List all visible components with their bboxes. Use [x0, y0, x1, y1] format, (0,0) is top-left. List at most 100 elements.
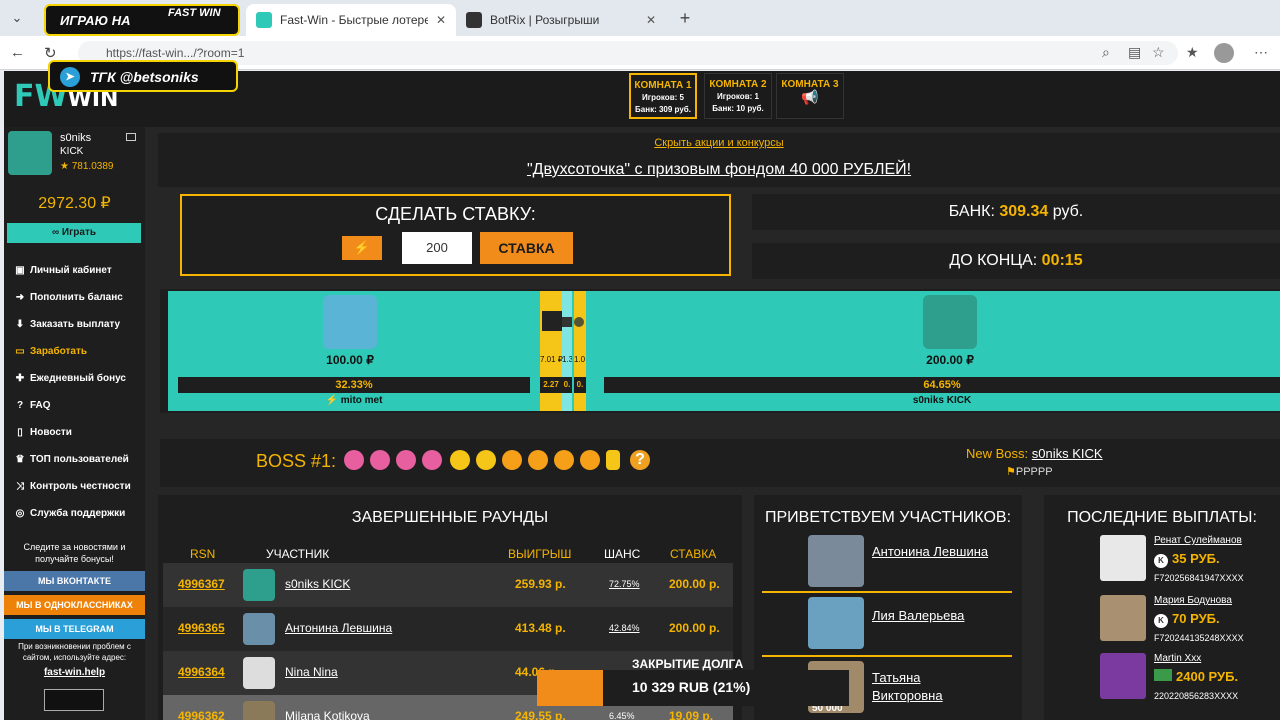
avatar	[1100, 595, 1146, 641]
sidebar-item-top[interactable]: ♛ ТОП пользователей	[14, 454, 129, 465]
new-boss: New Boss: s0niks KICK	[966, 446, 1103, 461]
bet-title: СДЕЛАТЬ СТАВКУ:	[375, 204, 536, 224]
room-2-tab[interactable]: КОМНАТА 2 Игроков: 1 Банк: 10 руб.	[704, 73, 772, 119]
player-right-name: s0niks KICK	[912, 395, 972, 406]
ok-button[interactable]: МЫ В ОДНОКЛАССНИКАХ	[4, 595, 145, 615]
arena-background: 100.00 ₽ 32.33% ⚡ mito met 7.01 ₽ 1.31 1…	[168, 291, 1280, 411]
sidebar: s0niks KICK ★ 781.0389 2972.30 ₽ ∞ Играт…	[4, 127, 145, 720]
tab-botrix[interactable]: BotRix | Розыгрыши ✕	[456, 4, 666, 36]
wink-emoji-icon	[502, 450, 522, 470]
new-boss-link[interactable]: s0niks KICK	[1032, 446, 1103, 461]
help-link[interactable]: fast-win.help	[4, 667, 145, 678]
boss-face-emoji-icon	[422, 450, 442, 470]
bet-button[interactable]: СТАВКА	[480, 232, 573, 264]
sidebar-item-withdraw[interactable]: ⬇ Заказать выплату	[14, 319, 120, 330]
profile-avatar-icon[interactable]	[1214, 43, 1234, 63]
welcome-user-link[interactable]: Татьяна Викторовна	[872, 669, 992, 705]
bag-icon: ▣	[15, 265, 25, 276]
shuffle-icon: ⤨	[16, 481, 24, 492]
telegram-button[interactable]: МЫ В TELEGRAM	[4, 619, 145, 639]
table-row[interactable]: 4996367 s0niks KICK 259.93 р. 72.75% 200…	[163, 563, 733, 607]
welcome-user-link[interactable]: Антонина Левшина	[872, 543, 992, 561]
sidebar-item-earn[interactable]: ▭ Заработать	[14, 346, 87, 357]
welcome-user-link[interactable]: Лия Валерьева	[872, 607, 992, 625]
player-left-name: ⚡ mito met	[325, 395, 383, 406]
question-emoji-icon[interactable]: ?	[630, 450, 650, 470]
bookmark-icon: ▯	[17, 427, 23, 438]
promo-announce-link[interactable]: "Двухсоточка" с призовым фондом 40 000 Р…	[158, 161, 1280, 179]
player-left: 100.00 ₽	[320, 295, 380, 367]
user-name: s0niks	[60, 132, 92, 144]
back-arrow-icon[interactable]: ←	[10, 44, 25, 61]
megaphone-icon: 📢	[801, 89, 819, 105]
reader-icon[interactable]: ▤	[1128, 44, 1141, 61]
bet-amount-input[interactable]	[402, 232, 472, 264]
boss-label: BOSS #1:	[256, 451, 337, 471]
payment-logo-icon: K	[1154, 554, 1168, 568]
support-icon: ◎	[15, 508, 25, 519]
arrow-right-icon: ➜	[15, 292, 25, 303]
bank-box: БАНК: 309.34 руб.	[752, 194, 1280, 230]
play-button[interactable]: ∞ Играть	[7, 223, 141, 243]
bet-box: СДЕЛАТЬ СТАВКУ: ⚡ СТАВКА	[180, 194, 731, 276]
laugh-emoji-icon	[450, 450, 470, 470]
sidebar-item-cabinet[interactable]: ▣ Личный кабинет	[14, 265, 111, 276]
mid-avatar-2	[562, 317, 572, 327]
mid-player-3	[574, 291, 586, 411]
money-card-icon	[1154, 669, 1172, 681]
sidebar-item-deposit[interactable]: ➜ Пополнить баланс	[14, 292, 123, 303]
tab-list-chevron-icon[interactable]: ⌄	[8, 9, 26, 27]
favorites-icon[interactable]: ★	[1186, 44, 1199, 61]
boss-flags: ⚑PPPPP	[1006, 466, 1053, 478]
trophy-icon: ♛	[15, 454, 25, 465]
arrow-down-icon: ⬇	[15, 319, 25, 330]
avatar	[243, 657, 275, 689]
laugh-emoji-icon	[476, 450, 496, 470]
kiss-emoji-icon	[528, 450, 548, 470]
avatar	[243, 613, 275, 645]
debt-progress: ЗАКРЫТИЕ ДОЛГА 10 329 RUB (21%)	[537, 657, 849, 706]
player-right: 200.00 ₽	[920, 295, 980, 367]
tab-title: Fast-Win - Быстрые лотереи! Ком	[280, 13, 428, 27]
user-avatar[interactable]	[8, 131, 52, 175]
sidebar-item-faq[interactable]: ? FAQ	[14, 400, 51, 411]
hide-promo-link[interactable]: Скрыть акции и конкурсы	[158, 137, 1280, 149]
zoom-icon[interactable]: ⌕	[1102, 44, 1110, 61]
problem-note: При возникновении проблем с сайтом, испо…	[18, 642, 131, 662]
sidebar-item-support[interactable]: ◎ Служба поддержки	[14, 508, 126, 519]
game-arena: 100.00 ₽ 32.33% ⚡ mito met 7.01 ₽ 1.31 1…	[160, 289, 1280, 413]
timer-box: ДО КОНЦА: 00:15	[752, 243, 1280, 279]
avatar	[243, 701, 275, 720]
player-right-avatar	[923, 295, 977, 349]
more-menu-icon[interactable]: ⋯	[1254, 44, 1268, 61]
telegram-icon: ➤	[60, 67, 80, 87]
debt-label: ЗАКРЫТИЕ ДОЛГА	[632, 657, 744, 671]
url-field[interactable]: https://fast-win.../?room=1	[78, 41, 1178, 65]
welcome-title: ПРИВЕТСТВУЕМ УЧАСТНИКОВ:	[764, 509, 1012, 526]
money-icon: ▭	[15, 346, 25, 357]
close-icon[interactable]: ✕	[436, 13, 446, 27]
play-icon: ∞	[52, 227, 62, 238]
sidebar-item-bonus[interactable]: ✚ Ежедневный бонус	[14, 373, 126, 384]
close-icon[interactable]: ✕	[646, 13, 656, 27]
streamer-fastwin-badge: ИГРАЮ НА FAST WIN	[44, 4, 240, 36]
room-3-tab[interactable]: КОМНАТА 3 📢	[776, 73, 844, 119]
avatar	[808, 535, 864, 587]
angry-emoji-icon	[580, 450, 600, 470]
favorite-star-icon[interactable]: ☆	[1152, 44, 1165, 61]
user-name-2: KICK	[60, 146, 84, 157]
avatar	[1100, 535, 1146, 581]
new-tab-plus-icon[interactable]: +	[676, 9, 694, 27]
gift-icon: ✚	[15, 373, 25, 384]
tab-fastwin[interactable]: Fast-Win - Быстрые лотереи! Ком ✕	[246, 4, 456, 36]
card-icon[interactable]	[126, 133, 136, 141]
sidebar-item-news[interactable]: ▯ Новости	[14, 427, 72, 438]
room-1-tab[interactable]: КОМНАТА 1 Игроков: 5 Банк: 309 руб.	[629, 73, 697, 119]
vk-button[interactable]: МЫ ВКОНТАКТЕ	[4, 571, 145, 591]
player-left-avatar	[323, 295, 377, 349]
quick-bet-bolt-icon[interactable]: ⚡	[342, 236, 382, 260]
fastwin-site: FWWIN КОМНАТА 1 Игроков: 5 Банк: 309 руб…	[4, 71, 1280, 720]
table-row[interactable]: 4996365 Антонина Левшина 413.48 р. 42.84…	[163, 607, 733, 651]
avatar	[808, 597, 864, 649]
sidebar-item-fairness[interactable]: ⤨ Контроль честности	[14, 481, 131, 492]
